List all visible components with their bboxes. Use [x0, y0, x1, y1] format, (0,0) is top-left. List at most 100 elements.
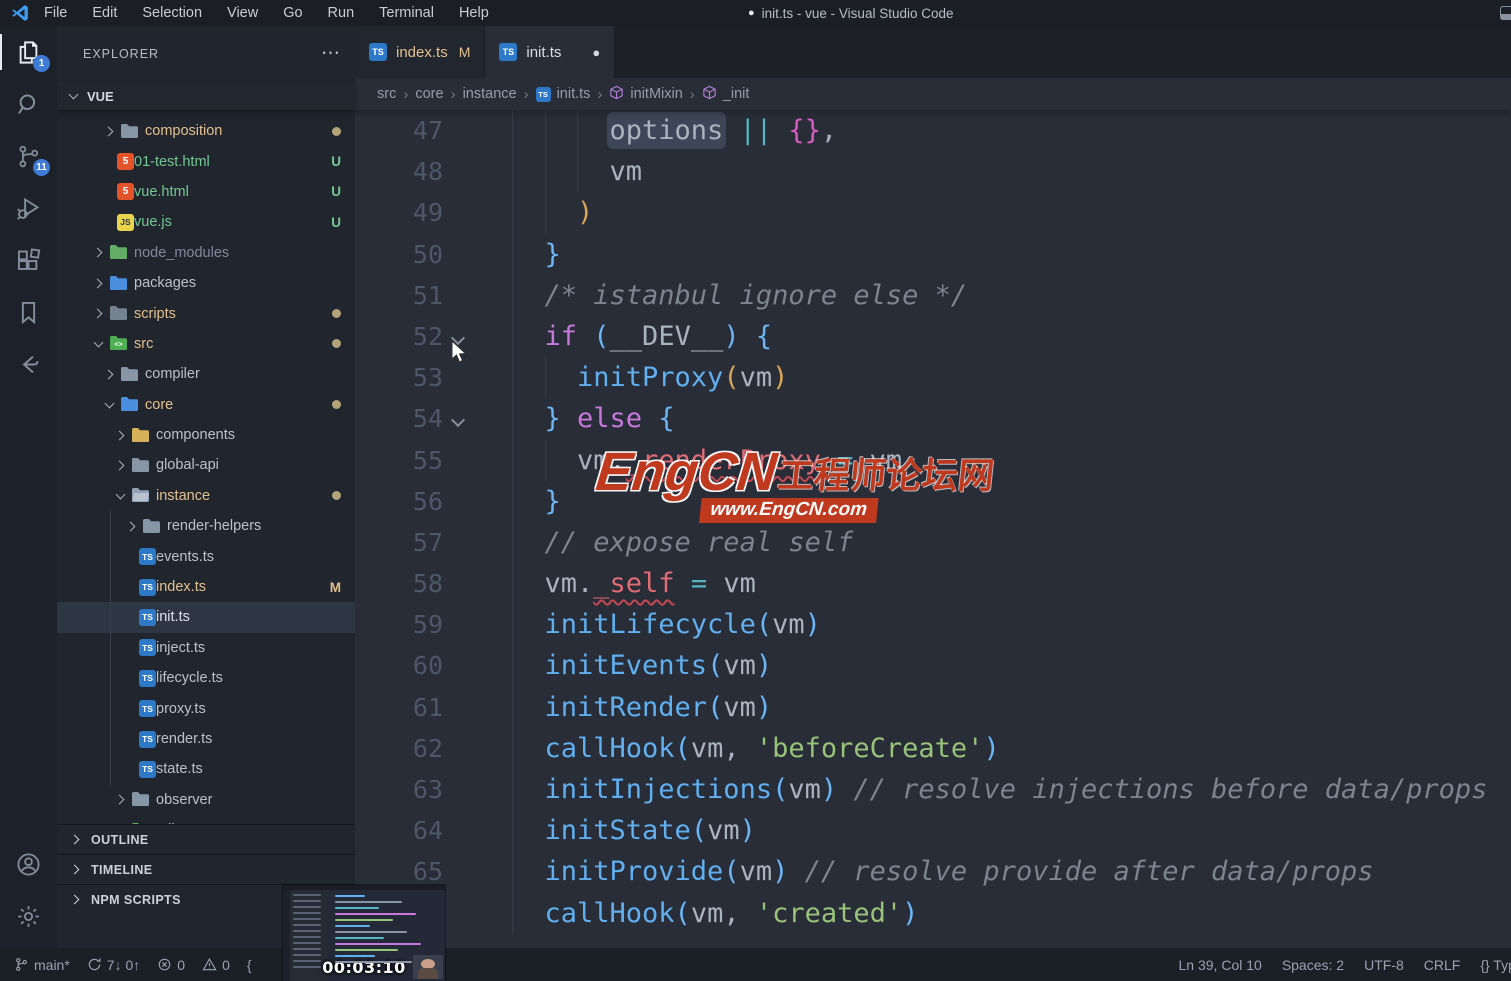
status-spaces[interactable]: Spaces: 2	[1282, 957, 1344, 973]
status-warning[interactable]: 0	[202, 957, 230, 973]
code-area[interactable]: 47options || {},48vm49)50}51/* istanbul …	[355, 110, 1511, 948]
chevron-right-icon[interactable]	[67, 836, 83, 843]
code-line-61[interactable]: 61initRender(vm)	[355, 687, 1511, 728]
todo-tree-icon[interactable]	[0, 338, 57, 390]
search-icon[interactable]	[0, 78, 57, 130]
tree-item-events-ts[interactable]: TSevents.ts	[57, 541, 355, 571]
tree-item-components[interactable]: components	[57, 420, 355, 450]
chevron-right-icon[interactable]	[101, 371, 117, 378]
menu-edit[interactable]: Edit	[92, 5, 117, 21]
tree-item-vue-html[interactable]: 5vue.htmlU	[57, 177, 355, 207]
tree-item-packages[interactable]: packages	[57, 268, 355, 298]
panel-outline[interactable]: OUTLINE	[57, 824, 355, 854]
settings-gear-icon[interactable]	[0, 890, 57, 942]
code-line-48[interactable]: 48vm	[355, 151, 1511, 192]
chevron-right-icon[interactable]	[67, 866, 83, 873]
chevron-right-icon[interactable]	[90, 249, 106, 256]
code-line-64[interactable]: 64initState(vm)	[355, 810, 1511, 851]
menu-terminal[interactable]: Terminal	[379, 5, 434, 21]
folder-gray-icon	[142, 518, 161, 535]
panel-timeline[interactable]: TIMELINE	[57, 854, 355, 884]
menu-help[interactable]: Help	[459, 5, 489, 21]
status-utf-8[interactable]: UTF-8	[1364, 957, 1404, 973]
tree-item-01-test-html[interactable]: 501-test.htmlU	[57, 146, 355, 176]
menu-selection[interactable]: Selection	[142, 5, 202, 21]
run-debug-icon[interactable]	[0, 182, 57, 234]
menu-file[interactable]: File	[44, 5, 67, 21]
tree-item-render-ts[interactable]: TSrender.ts	[57, 724, 355, 754]
video-overlay[interactable]: 00:03:10	[283, 885, 445, 981]
breadcrumb-init-ts[interactable]: TSinit.ts	[536, 86, 591, 102]
tree-item-vue-js[interactable]: JSvue.jsU	[57, 207, 355, 237]
chevron-right-icon[interactable]	[112, 462, 128, 469]
code-line-63[interactable]: 63initInjections(vm) // resolve injectio…	[355, 769, 1511, 810]
code-line-51[interactable]: 51/* istanbul ignore else */	[355, 275, 1511, 316]
tab-index-ts[interactable]: TSindex.tsM	[355, 26, 485, 78]
code-line-49[interactable]: 49)	[355, 192, 1511, 233]
code-line-60[interactable]: 60initEvents(vm)	[355, 645, 1511, 686]
code-line-59[interactable]: 59initLifecycle(vm)	[355, 604, 1511, 645]
fold-chevron-icon[interactable]	[451, 413, 465, 427]
tree-item-core[interactable]: core	[57, 390, 355, 420]
bookmarks-icon[interactable]	[0, 286, 57, 338]
status-{}[interactable]: {} TypeS	[1480, 957, 1511, 973]
tree-item-instance[interactable]: instance	[57, 481, 355, 511]
chevron-down-icon[interactable]	[101, 403, 117, 407]
workspace-section-vue[interactable]: VUE	[57, 82, 355, 110]
tree-item-compiler[interactable]: compiler	[57, 359, 355, 389]
explorer-actions-icon[interactable]: ⋯	[321, 49, 341, 59]
status-sync[interactable]: 7↓ 0↑	[87, 957, 140, 973]
breadcrumb-core[interactable]: core	[415, 86, 443, 102]
tree-item-index-ts[interactable]: TSindex.tsM	[57, 572, 355, 602]
tree-item-node-modules[interactable]: node_modules	[57, 238, 355, 268]
status-error[interactable]: 0	[157, 957, 185, 973]
code-line-58[interactable]: 58vm._self = vm	[355, 563, 1511, 604]
code-line-50[interactable]: 50}	[355, 234, 1511, 275]
chevron-right-icon[interactable]	[67, 896, 83, 903]
tree-item-inject-ts[interactable]: TSinject.ts	[57, 633, 355, 663]
breadcrumb-src[interactable]: src	[377, 86, 396, 102]
code-line-52[interactable]: 52if (__DEV__) {	[355, 316, 1511, 357]
tab-init-ts[interactable]: TSinit.ts●	[485, 26, 615, 78]
status-branch[interactable]: main*	[14, 957, 70, 973]
code-line-47[interactable]: 47options || {},	[355, 110, 1511, 151]
code-line-54[interactable]: 54} else {	[355, 398, 1511, 439]
menu-go[interactable]: Go	[283, 5, 302, 21]
breadcrumb-instance[interactable]: instance	[463, 86, 517, 102]
tree-item-proxy-ts[interactable]: TSproxy.ts	[57, 693, 355, 723]
source-control-icon[interactable]: 11	[0, 130, 57, 182]
account-icon[interactable]	[0, 838, 57, 890]
tree-item-src[interactable]: <>src	[57, 329, 355, 359]
chevron-right-icon[interactable]	[112, 432, 128, 439]
tree-item-global-api[interactable]: global-api	[57, 450, 355, 480]
chevron-right-icon[interactable]	[112, 796, 128, 803]
code-line-66[interactable]: 66callHook(vm, 'created')	[355, 893, 1511, 934]
menu-run[interactable]: Run	[328, 5, 355, 21]
tree-item-render-helpers[interactable]: render-helpers	[57, 511, 355, 541]
breadcrumb-initmixin[interactable]: initMixin	[609, 85, 682, 104]
tree-item-state-ts[interactable]: TSstate.ts	[57, 754, 355, 784]
breadcrumb-_init[interactable]: _init	[702, 85, 750, 104]
toggle-panel-icon[interactable]	[1500, 6, 1511, 20]
code-line-62[interactable]: 62callHook(vm, 'beforeCreate')	[355, 728, 1511, 769]
code-line-57[interactable]: 57// expose real self	[355, 522, 1511, 563]
chevron-right-icon[interactable]	[90, 310, 106, 317]
chevron-down-icon[interactable]	[90, 342, 106, 346]
tree-item-lifecycle-ts[interactable]: TSlifecycle.ts	[57, 663, 355, 693]
status-crlf[interactable]: CRLF	[1424, 957, 1461, 973]
tree-item-scripts[interactable]: scripts	[57, 298, 355, 328]
tree-item-composition[interactable]: composition	[57, 116, 355, 146]
tree-item-observer[interactable]: observer	[57, 785, 355, 815]
chevron-right-icon[interactable]	[90, 280, 106, 287]
tree-item-init-ts[interactable]: TSinit.ts	[57, 602, 355, 632]
explorer-icon[interactable]: 1	[0, 26, 57, 78]
chevron-down-icon[interactable]	[112, 494, 128, 498]
chevron-right-icon[interactable]	[101, 128, 117, 135]
code-line-65[interactable]: 65initProvide(vm) // resolve provide aft…	[355, 851, 1511, 892]
chevron-right-icon[interactable]	[123, 523, 139, 530]
status-fragment[interactable]: {	[247, 957, 252, 973]
menu-view[interactable]: View	[227, 5, 258, 21]
status-ln[interactable]: Ln 39, Col 10	[1179, 957, 1262, 973]
extensions-icon[interactable]	[0, 234, 57, 286]
code-line-53[interactable]: 53initProxy(vm)	[355, 357, 1511, 398]
